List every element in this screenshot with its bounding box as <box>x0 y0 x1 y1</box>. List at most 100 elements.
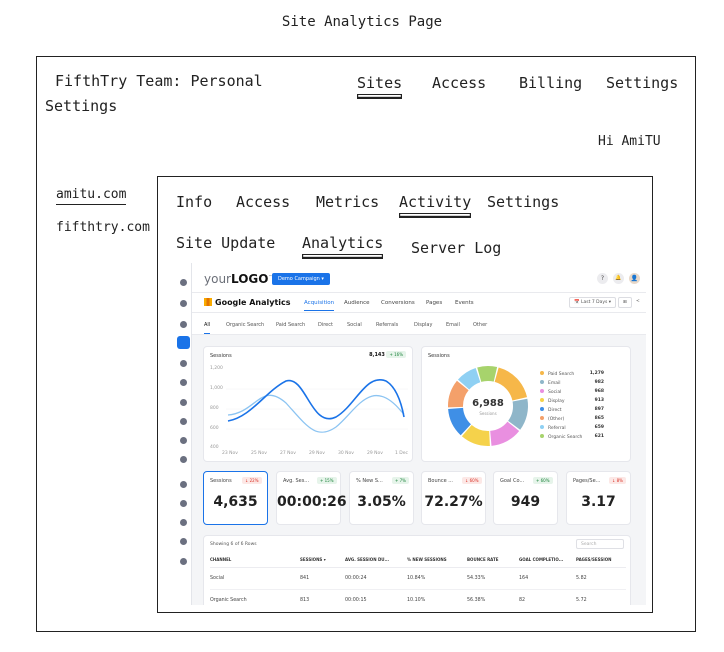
ga-tab-acquisition[interactable]: Acquisition <box>304 300 335 311</box>
col-header[interactable]: CHANNEL <box>210 552 300 568</box>
filter-display[interactable]: Display <box>414 322 432 328</box>
filter-referrals[interactable]: Referrals <box>376 322 398 328</box>
filter-all[interactable]: All <box>204 322 211 334</box>
filter-paid-search[interactable]: Paid Search <box>276 322 305 328</box>
ga-toolbar: Google Analytics Acquisition Audience Co… <box>192 293 646 313</box>
bell-icon[interactable]: 🔔 <box>613 273 624 284</box>
nav-billing[interactable]: Billing <box>519 74 582 92</box>
share-icon[interactable]: < <box>632 297 644 308</box>
kpi-card-goal-completions[interactable]: Goal Co... + 60% 949 <box>493 471 558 525</box>
filter-direct[interactable]: Direct <box>318 322 333 328</box>
cell-channel: Organic Search <box>210 589 300 605</box>
document-icon[interactable] <box>180 481 187 488</box>
analytics-dashboard: yourLOGO™ Demo Campaign ▾ ? 🔔 👤 Google A… <box>175 263 646 605</box>
ga-tab-events[interactable]: Events <box>455 300 474 306</box>
home-icon[interactable] <box>180 279 187 286</box>
legend-name: Referral <box>548 426 566 431</box>
legend-swatch <box>540 371 544 375</box>
analytics-icon[interactable] <box>177 336 190 349</box>
nav-access[interactable]: Access <box>432 74 486 92</box>
legend-item: Social 968 <box>540 389 604 395</box>
ga-tab-conversions[interactable]: Conversions <box>381 300 415 306</box>
legend-item: Organic Search 621 <box>540 434 604 440</box>
kpi-change: ↓ 8% <box>609 477 626 484</box>
ga-title: Google Analytics <box>204 298 291 307</box>
kpi-card-bounce-rate[interactable]: Bounce ... ↓ 60% 72.27% <box>421 471 486 525</box>
kpi-title: Sessions <box>210 478 232 484</box>
filter-email[interactable]: Email <box>446 322 460 328</box>
col-header[interactable]: AVG. SESSION DU... <box>345 552 407 568</box>
donut-label: Sessions <box>479 411 497 416</box>
ga-tab-pages[interactable]: Pages <box>426 300 442 306</box>
plug-icon[interactable] <box>180 538 187 545</box>
at-icon[interactable] <box>180 379 187 386</box>
tab-activity[interactable]: Activity <box>399 193 472 214</box>
filter-organic-search[interactable]: Organic Search <box>226 322 264 328</box>
site-item-amitu[interactable]: amitu.com <box>56 187 127 205</box>
filter-other[interactable]: Other <box>473 322 487 328</box>
col-header[interactable]: GOAL COMPLETIO... <box>519 552 576 568</box>
tab-settings[interactable]: Settings <box>487 193 559 211</box>
team-selector[interactable]: FifthTry Team: Personal <box>55 72 263 90</box>
series-line-secondary <box>227 394 405 433</box>
tab-access[interactable]: Access <box>236 193 290 211</box>
col-header[interactable]: % NEW SESSIONS <box>407 552 467 568</box>
search-icon[interactable] <box>180 321 187 328</box>
kpi-change: ↓ 22% <box>242 477 262 484</box>
brand-logo: yourLOGO™ <box>204 272 273 286</box>
kpi-card-pages-session[interactable]: Pages/Se... ↓ 8% 3.17 <box>566 471 631 525</box>
legend-value: 913 <box>594 398 604 403</box>
grid-icon[interactable]: ⊞ <box>618 297 632 308</box>
nav-settings[interactable]: Settings <box>606 74 678 92</box>
list-icon[interactable] <box>180 519 187 526</box>
x-tick: 29 Nov <box>309 451 325 456</box>
question-icon[interactable]: ? <box>597 273 608 284</box>
cell: 5.72 <box>576 589 626 605</box>
col-header[interactable]: PAGES/SESSION <box>576 552 626 568</box>
col-header[interactable]: SESSIONS ▾ <box>300 552 345 568</box>
sessions-line-title: Sessions <box>210 353 232 359</box>
nav-sites[interactable]: Sites <box>357 74 403 95</box>
briefcase-icon[interactable] <box>180 300 187 307</box>
legend-name: Email <box>548 381 561 386</box>
dashboard-header: yourLOGO™ Demo Campaign ▾ ? 🔔 👤 <box>192 263 646 293</box>
location-icon[interactable] <box>180 437 187 444</box>
kpi-card-avg-session[interactable]: Avg. Ses... + 15% 00:00:26 <box>276 471 347 525</box>
cell: 813 <box>300 589 345 605</box>
team-settings-link[interactable]: Settings <box>45 97 117 115</box>
date-range-picker[interactable]: 📅 Last 7 Days ▾ <box>569 297 617 308</box>
site-item-fifthtry[interactable]: fifthtry.com <box>56 220 150 235</box>
campaign-dropdown[interactable]: Demo Campaign ▾ <box>272 273 330 285</box>
user-greeting[interactable]: Hi AmiTU <box>598 134 661 149</box>
kpi-card-new-sessions[interactable]: % New S... + 7% 3.05% <box>349 471 414 525</box>
kpi-change: + 7% <box>392 477 409 484</box>
phone-icon[interactable] <box>180 399 187 406</box>
tab-info[interactable]: Info <box>176 193 212 211</box>
kpi-title: Avg. Ses... <box>283 478 310 484</box>
table-row[interactable]: Organic Search 813 00:00:15 10.10% 56.38… <box>210 589 626 605</box>
subtab-analytics[interactable]: Analytics <box>302 234 384 255</box>
chat-icon[interactable] <box>180 360 187 367</box>
tab-metrics[interactable]: Metrics <box>316 193 379 211</box>
user-icon[interactable] <box>180 500 187 507</box>
kpi-change: + 15% <box>317 477 337 484</box>
legend-name: Display <box>548 399 565 404</box>
mail-icon[interactable] <box>180 418 187 425</box>
cart-icon[interactable] <box>180 456 187 463</box>
table-row[interactable]: Social 841 00:00:24 10.84% 54.33% 164 5.… <box>210 567 626 590</box>
kpi-value: 3.05% <box>357 494 406 510</box>
table-search-input[interactable]: Search <box>576 539 624 549</box>
sessions-donut-title: Sessions <box>428 353 450 359</box>
ga-tab-audience[interactable]: Audience <box>344 300 370 306</box>
subtab-site-update[interactable]: Site Update <box>176 234 275 252</box>
subtab-server-log[interactable]: Server Log <box>411 239 501 257</box>
filter-social[interactable]: Social <box>347 322 362 328</box>
kpi-card-sessions[interactable]: Sessions ↓ 22% 4,635 <box>203 471 268 525</box>
gear-icon[interactable] <box>180 558 187 565</box>
user-avatar[interactable]: 👤 <box>629 273 640 284</box>
dashboard-sidebar <box>175 263 192 605</box>
y-tick: 400 <box>210 445 219 450</box>
legend-item: Paid Search 1,279 <box>540 371 604 377</box>
col-header[interactable]: BOUNCE RATE <box>467 552 519 568</box>
kpi-title: Pages/Se... <box>573 478 601 484</box>
